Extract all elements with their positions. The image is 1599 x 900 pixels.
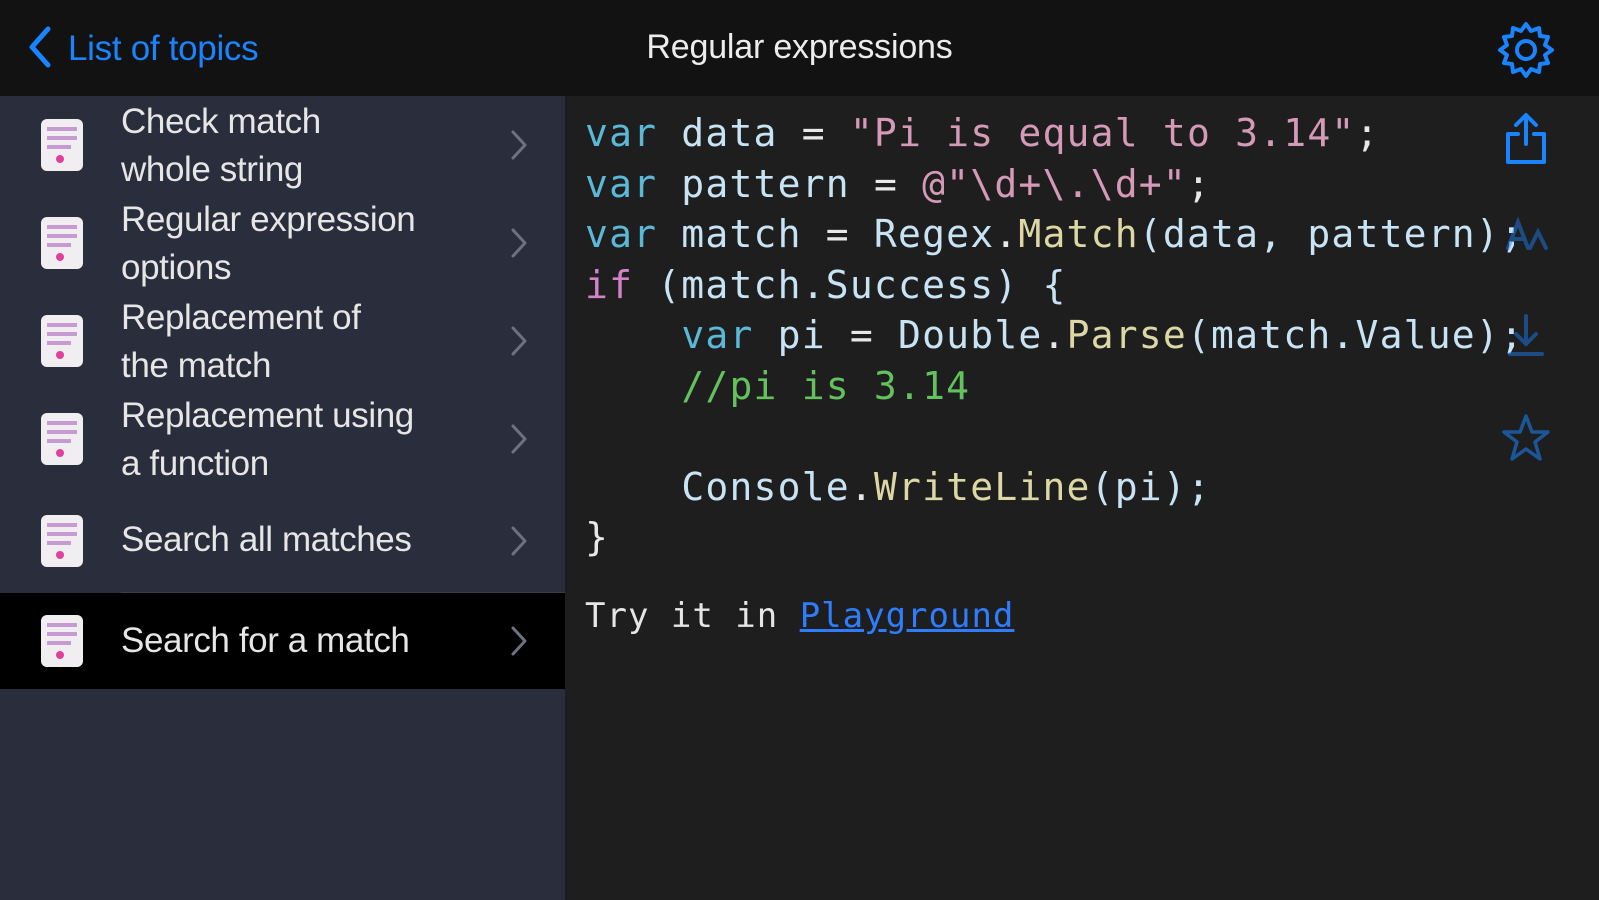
code-line: var data = "Pi is equal to 3.14";: [585, 111, 1380, 155]
topic-label: Regular expression options: [121, 200, 416, 287]
favorite-button[interactable]: [1500, 410, 1552, 466]
code-line: Console.WriteLine(pi);: [681, 464, 1212, 509]
code-line: if (match.Success) {: [585, 262, 1067, 307]
topic-item-search-all[interactable]: Search all matches: [0, 493, 565, 589]
topic-item-replacement-match[interactable]: Replacement of the match: [0, 292, 565, 390]
chevron-right-icon: [509, 128, 529, 162]
topic-label: Replacement of the match: [121, 298, 361, 385]
topics-sidebar: Check match whole string Regular expressi…: [0, 96, 565, 900]
topic-item-replacement-function[interactable]: Replacement using a function: [0, 390, 565, 488]
topic-label: Replacement using a function: [121, 396, 414, 483]
code-line: //pi is 3.14: [681, 363, 971, 408]
code-line: var pattern = @"\d+\.\d+";: [585, 161, 1212, 206]
chevron-right-icon: [509, 324, 529, 358]
chevron-right-icon: [509, 422, 529, 456]
font-size-icon: [1500, 216, 1552, 268]
download-button[interactable]: [1500, 308, 1552, 364]
star-icon: [1500, 414, 1552, 470]
navigation-bar: List of topics Regular expressions: [0, 0, 1599, 96]
share-button[interactable]: [1500, 110, 1552, 166]
code-line: var pi = Double.Parse(match.Value);: [681, 313, 1525, 357]
page-title: Regular expressions: [646, 28, 953, 66]
document-code-icon: [38, 411, 88, 467]
topic-item-regex-options[interactable]: Regular expression options: [0, 194, 565, 292]
topic-item-search-match[interactable]: Search for a match: [0, 593, 565, 689]
code-content: var data = "Pi is equal to 3.14"; var pa…: [565, 96, 1599, 900]
gear-icon: [1494, 22, 1558, 86]
code-block: var data = "Pi is equal to 3.14"; var pa…: [585, 108, 1524, 563]
code-line: }: [585, 515, 610, 559]
chevron-right-icon: [509, 624, 529, 658]
playground-link[interactable]: Playground: [800, 596, 1015, 636]
share-icon: [1500, 113, 1552, 170]
topic-label: Search all matches: [121, 520, 412, 559]
chevron-right-icon: [509, 524, 529, 558]
font-size-button[interactable]: [1500, 208, 1552, 264]
topic-label: Search for a match: [121, 621, 410, 660]
code-line: var match = Regex.Match(data, pattern);: [585, 212, 1525, 256]
document-code-icon: [38, 117, 88, 173]
document-code-icon: [38, 513, 88, 569]
try-it-line: Try it in Playground: [585, 596, 1015, 636]
document-code-icon: [38, 313, 88, 369]
topic-label: Check match whole string: [121, 102, 321, 189]
document-code-icon: [38, 613, 88, 669]
settings-button[interactable]: [1494, 18, 1558, 82]
document-code-icon: [38, 215, 88, 271]
topic-item-check-match[interactable]: Check match whole string: [0, 96, 565, 194]
download-icon: [1500, 314, 1552, 368]
chevron-right-icon: [509, 226, 529, 260]
